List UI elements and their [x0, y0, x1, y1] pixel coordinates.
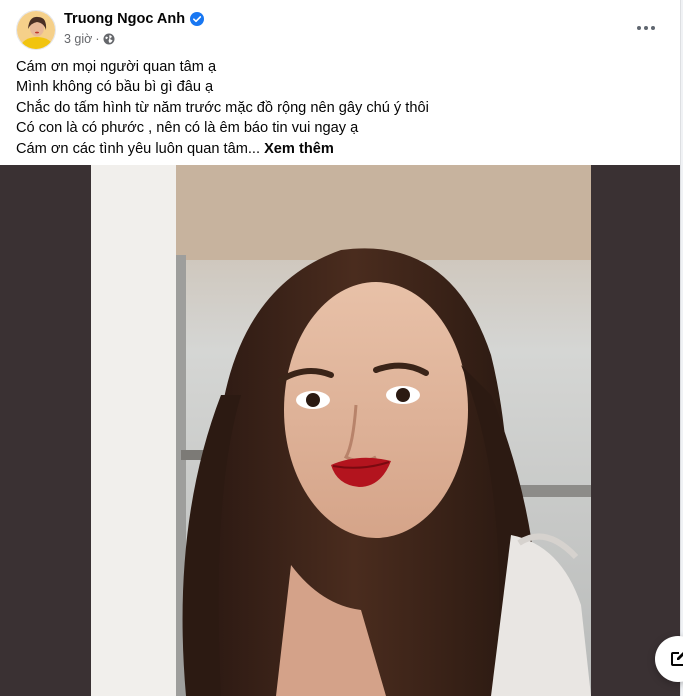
post-header: Truong Ngoc Anh 3 giờ ·	[16, 10, 664, 54]
post-meta: 3 giờ ·	[64, 32, 115, 46]
post-text: Cám ơn mọi người quan tâm ạ Mình không c…	[16, 57, 664, 159]
post-line: Cám ơn mọi người quan tâm ạ	[16, 59, 217, 75]
verified-badge-icon	[190, 12, 205, 26]
more-options-icon[interactable]	[632, 14, 660, 42]
post-line-last: Cám ơn các tình yêu luôn quan tâm... Xem…	[16, 139, 664, 159]
post-photo-container[interactable]	[0, 165, 680, 696]
post-line: Chắc do tấm hình từ năm trước mặc đồ rộn…	[16, 99, 429, 116]
author-avatar[interactable]	[16, 10, 56, 50]
post-line: Cám ơn các tình yêu luôn quan tâm...	[16, 140, 261, 157]
globe-icon[interactable]	[103, 33, 115, 45]
author-name-text[interactable]: Truong Ngoc Anh	[64, 11, 185, 27]
meta-separator: ·	[95, 32, 100, 46]
post-line: Mình không có bầu bì gì đâu ạ	[16, 79, 214, 96]
author-name[interactable]: Truong Ngoc Anh	[64, 11, 205, 27]
facebook-post: Truong Ngoc Anh 3 giờ · Cám ơn mọi người…	[0, 0, 681, 696]
post-line: Có con là có phước , nên có là êm báo ti…	[16, 120, 359, 137]
post-photo[interactable]	[91, 165, 591, 696]
post-timestamp[interactable]: 3 giờ	[64, 32, 92, 46]
see-more-link[interactable]: Xem thêm	[264, 141, 334, 157]
